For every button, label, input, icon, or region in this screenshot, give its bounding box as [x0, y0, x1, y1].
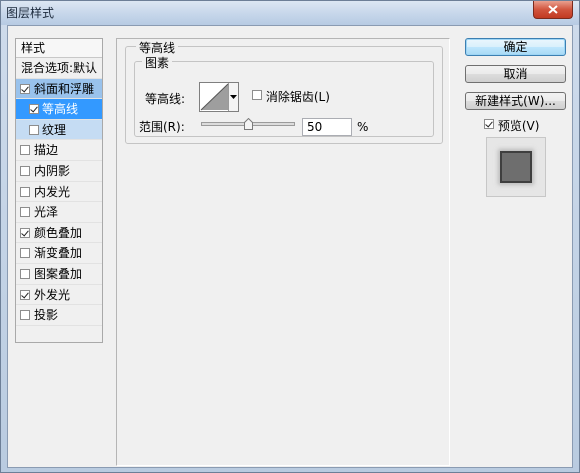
- elements-group-title: 图素: [142, 54, 173, 71]
- style-item-label: 外发光: [34, 287, 71, 302]
- style-item-gradient-overlay[interactable]: 渐变叠加: [16, 243, 102, 264]
- style-item-label: 斜面和浮雕: [34, 81, 95, 96]
- title-bar[interactable]: 图层样式: [1, 1, 579, 25]
- antialias-option[interactable]: 消除锯齿(L): [252, 88, 330, 105]
- contour-checkbox[interactable]: [29, 104, 39, 115]
- style-item-label: 内阴影: [34, 163, 71, 178]
- close-button[interactable]: [533, 1, 573, 19]
- style-list: 样式 混合选项:默认 斜面和浮雕 等高线 纹理 描边 内阴影 内发光 光泽 颜色…: [15, 38, 103, 343]
- contour-group: 等高线 图素 等高线: 消除锯齿(L) 范围(R): 50 %: [125, 39, 443, 144]
- preview-label: 预览(V): [497, 119, 540, 133]
- settings-panel: 等高线 图素 等高线: 消除锯齿(L) 范围(R): 50 %: [116, 38, 450, 466]
- style-preview: [486, 137, 546, 197]
- style-list-header[interactable]: 样式: [16, 39, 102, 58]
- layer-style-dialog: 图层样式 样式 混合选项:默认 斜面和浮雕 等高线 纹理 描边 内阴影 内发光 …: [0, 0, 580, 473]
- blend-options-item[interactable]: 混合选项:默认: [16, 58, 102, 79]
- style-item-drop-shadow[interactable]: 投影: [16, 305, 102, 326]
- style-item-pattern-overlay[interactable]: 图案叠加: [16, 264, 102, 285]
- outer-glow-checkbox[interactable]: [20, 289, 30, 300]
- contour-curve-icon: [200, 83, 229, 111]
- style-item-label: 等高线: [42, 102, 79, 117]
- style-item-label: 纹理: [42, 122, 67, 137]
- range-unit: %: [357, 120, 369, 134]
- contour-label: 等高线:: [145, 92, 186, 106]
- preview-checkbox[interactable]: [484, 119, 494, 129]
- preview-swatch: [500, 151, 532, 183]
- range-input[interactable]: 50: [302, 118, 352, 136]
- stroke-checkbox[interactable]: [20, 145, 30, 156]
- cancel-button[interactable]: 取消: [465, 65, 566, 83]
- color-overlay-checkbox[interactable]: [20, 227, 30, 238]
- contour-dropdown-button[interactable]: [229, 83, 238, 111]
- ok-button[interactable]: 确定: [465, 38, 566, 56]
- style-item-label: 内发光: [34, 184, 71, 199]
- contour-picker[interactable]: [199, 82, 239, 112]
- bevel-emboss-checkbox[interactable]: [20, 83, 30, 94]
- window-title: 图层样式: [6, 6, 55, 20]
- antialias-label: 消除锯齿(L): [265, 90, 330, 104]
- range-label: 范围(R):: [139, 120, 185, 134]
- pattern-overlay-checkbox[interactable]: [20, 268, 30, 279]
- new-style-button[interactable]: 新建样式(W)...: [465, 92, 566, 110]
- preview-option[interactable]: 预览(V): [484, 117, 539, 134]
- style-item-texture[interactable]: 纹理: [16, 119, 102, 141]
- style-item-label: 描边: [34, 143, 59, 158]
- close-icon: [548, 5, 558, 14]
- inner-shadow-checkbox[interactable]: [20, 165, 30, 176]
- elements-group: 图素 等高线: 消除锯齿(L) 范围(R): 50 %: [134, 54, 434, 137]
- contour-preview[interactable]: [200, 83, 229, 111]
- style-item-label: 颜色叠加: [34, 225, 83, 240]
- style-item-label: 投影: [34, 308, 59, 323]
- style-item-bevel-emboss[interactable]: 斜面和浮雕: [16, 78, 102, 100]
- satin-checkbox[interactable]: [20, 207, 30, 218]
- antialias-checkbox[interactable]: [252, 90, 262, 100]
- style-item-contour[interactable]: 等高线: [16, 99, 102, 120]
- texture-checkbox[interactable]: [29, 124, 39, 135]
- style-item-color-overlay[interactable]: 颜色叠加: [16, 223, 102, 244]
- style-item-satin[interactable]: 光泽: [16, 202, 102, 223]
- style-item-outer-glow[interactable]: 外发光: [16, 285, 102, 306]
- style-item-inner-shadow[interactable]: 内阴影: [16, 161, 102, 182]
- gradient-overlay-checkbox[interactable]: [20, 248, 30, 259]
- range-slider-thumb[interactable]: [243, 118, 253, 130]
- style-item-stroke[interactable]: 描边: [16, 140, 102, 161]
- dialog-body: 样式 混合选项:默认 斜面和浮雕 等高线 纹理 描边 内阴影 内发光 光泽 颜色…: [7, 25, 573, 468]
- style-item-label: 渐变叠加: [34, 246, 83, 261]
- chevron-down-icon: [230, 95, 237, 99]
- style-item-label: 光泽: [34, 205, 59, 220]
- inner-glow-checkbox[interactable]: [20, 186, 30, 197]
- style-item-label: 图案叠加: [34, 266, 83, 281]
- drop-shadow-checkbox[interactable]: [20, 310, 30, 321]
- style-item-inner-glow[interactable]: 内发光: [16, 182, 102, 203]
